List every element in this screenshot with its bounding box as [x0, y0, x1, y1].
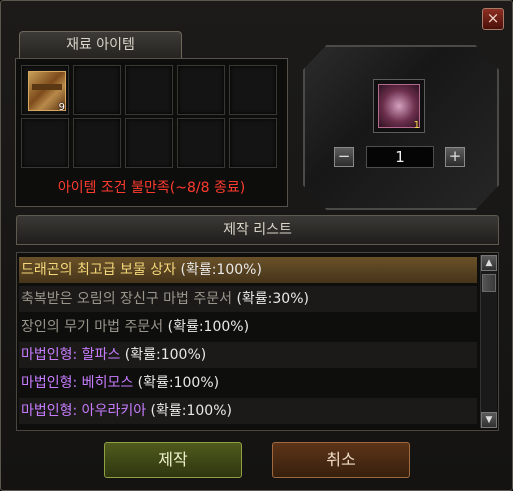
material-slot[interactable]: 9	[21, 65, 69, 115]
craft-list-item[interactable]: 드래곤의 최고급 보물 상자 (확률:100%)	[19, 257, 477, 283]
item-name: 드래곤의 최고급 보물 상자	[21, 262, 177, 278]
material-slot[interactable]	[125, 65, 173, 115]
material-slot[interactable]	[229, 118, 277, 168]
item-probability: (확률:100%)	[124, 347, 207, 363]
material-slot[interactable]	[177, 118, 225, 168]
craft-list-header: 제작 리스트	[16, 215, 499, 245]
material-count: 9	[58, 102, 65, 113]
scroll-up-button[interactable]: ▲	[481, 255, 497, 271]
materials-panel: 9 아이템 조건 불만족(~8/8 종료)	[15, 58, 288, 207]
result-slot[interactable]: 1	[373, 79, 425, 133]
material-slot[interactable]	[73, 65, 121, 115]
craft-window: × 재료 아이템 9 아이템 조건 불만족(~8/8 종료) 1 − 1 + 제…	[0, 0, 513, 491]
materials-tab: 재료 아이템	[19, 31, 182, 59]
item-name: 축복받은 오림의 장신구 마법 주문서	[21, 291, 232, 307]
list-scrollbar[interactable]: ▲ ▼	[480, 255, 497, 428]
condition-warning: 아이템 조건 불만족(~8/8 종료)	[57, 180, 246, 196]
item-name: 마법인형: 아우라키아	[21, 403, 147, 419]
item-name: 장인의 무기 마법 주문서	[21, 319, 164, 335]
material-slot[interactable]	[229, 65, 277, 115]
increase-quantity-button[interactable]: +	[445, 147, 465, 167]
item-probability: (확률:100%)	[180, 262, 262, 278]
craft-list-item[interactable]: 마법인형: 베히모스 (확률:100%)	[19, 370, 477, 396]
craft-list-item[interactable]: 장인의 무기 마법 주문서 (확률:100%)	[19, 314, 477, 340]
craft-list: 드래곤의 최고급 보물 상자 (확률:100%) 축복받은 오림의 장신구 마법…	[16, 252, 499, 431]
scroll-thumb[interactable]	[482, 274, 496, 292]
material-slot[interactable]	[177, 65, 225, 115]
result-count: 1	[413, 120, 420, 131]
cancel-button[interactable]: 취소	[272, 442, 410, 478]
item-probability: (확률:100%)	[167, 319, 250, 335]
decrease-quantity-button[interactable]: −	[334, 147, 354, 167]
item-name: 마법인형: 베히모스	[21, 375, 134, 391]
item-probability: (확률:100%)	[150, 403, 232, 419]
material-slot[interactable]	[125, 118, 173, 168]
craft-list-item[interactable]: 축복받은 오림의 장신구 마법 주문서 (확률:30%)	[19, 286, 477, 312]
craft-list-item[interactable]: 마법인형: 할파스 (확률:100%)	[19, 342, 477, 368]
quantity-field[interactable]: 1	[366, 146, 434, 168]
close-button[interactable]: ×	[482, 8, 504, 30]
craft-button[interactable]: 제작	[104, 442, 242, 478]
scroll-down-button[interactable]: ▼	[481, 412, 497, 428]
item-name: 마법인형: 할파스	[21, 347, 121, 363]
craft-list-item[interactable]: 마법인형: 아우라키아 (확률:100%)	[19, 398, 477, 424]
item-probability: (확률:100%)	[137, 375, 220, 391]
item-probability: (확률:30%)	[236, 291, 309, 307]
material-slot[interactable]	[73, 118, 121, 168]
material-slot[interactable]	[21, 118, 69, 168]
